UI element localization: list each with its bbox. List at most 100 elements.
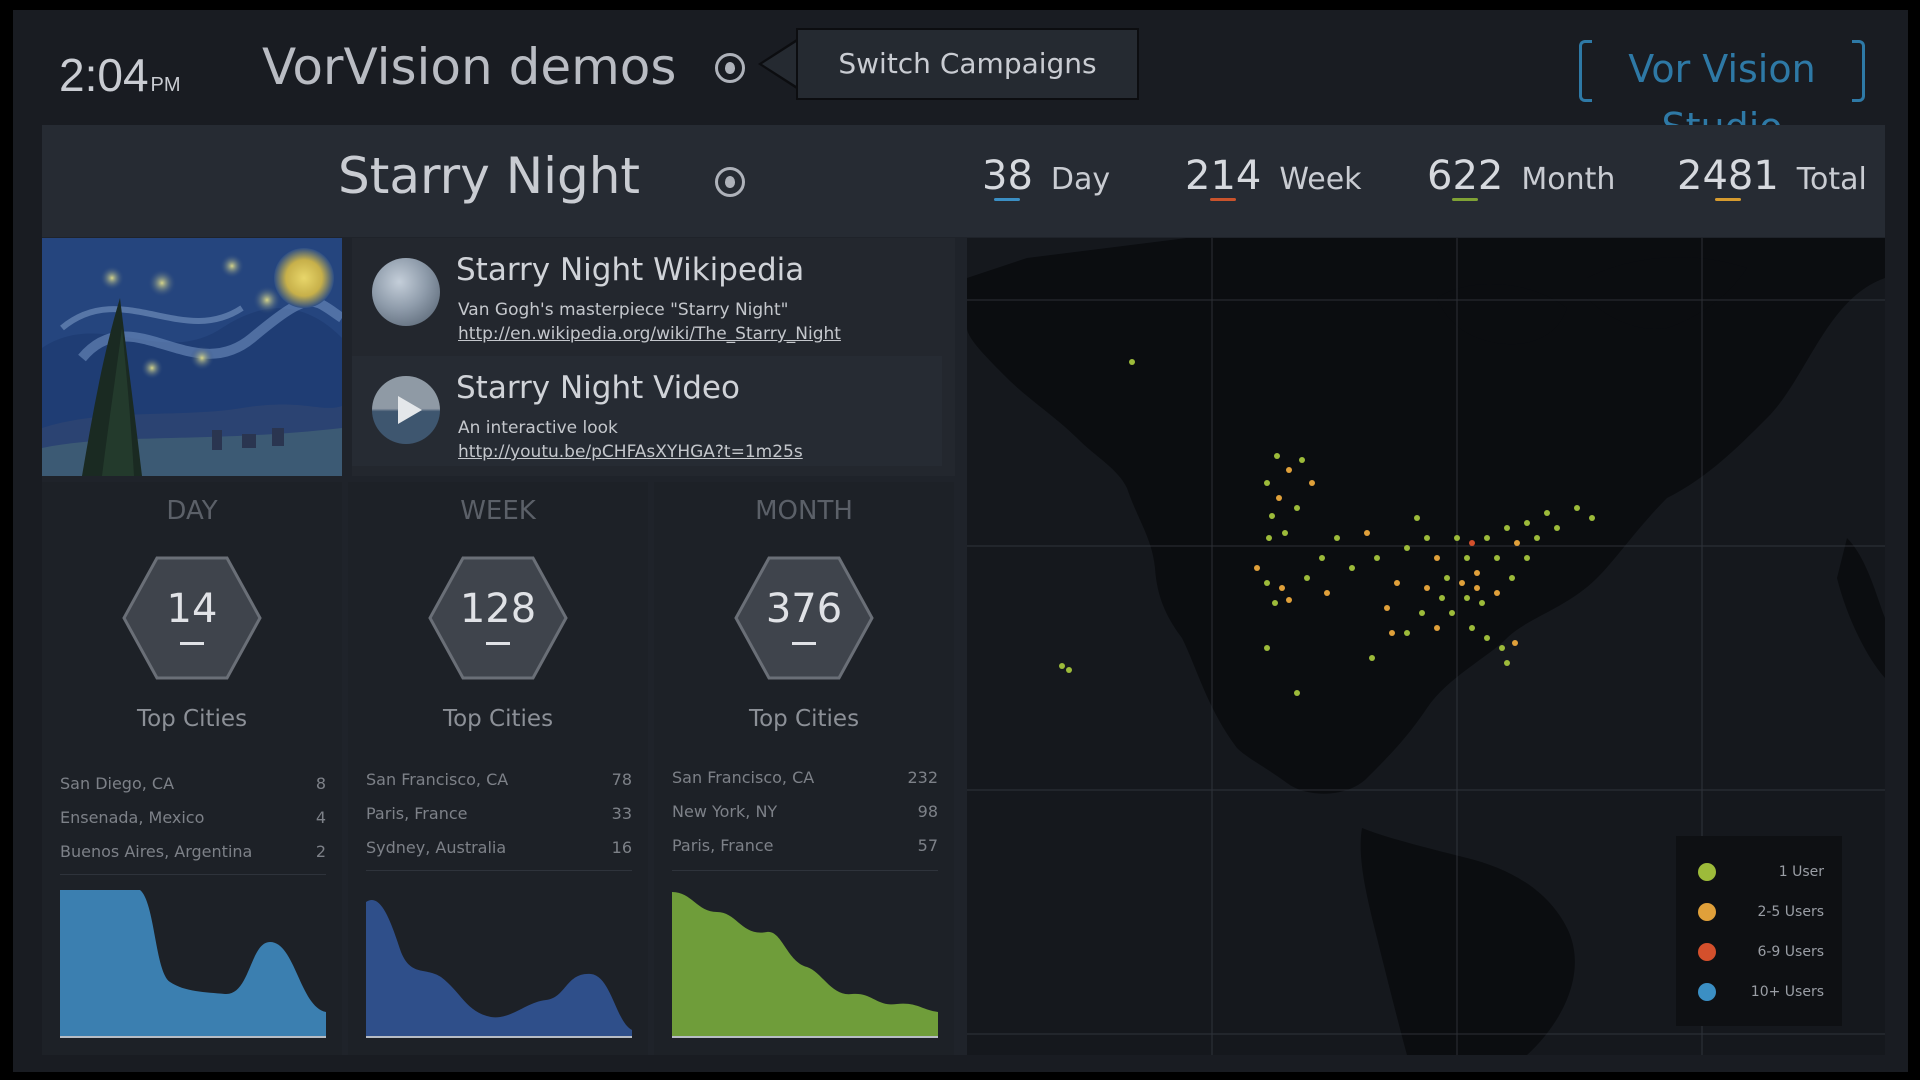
link-url[interactable]: http://en.wikipedia.org/wiki/The_Starry_… bbox=[458, 324, 841, 344]
link-description: An interactive look bbox=[458, 418, 618, 438]
legend-label: 6-9 Users bbox=[1757, 944, 1824, 960]
count-underline bbox=[792, 642, 816, 645]
top-cities-label: Top Cities bbox=[136, 706, 248, 732]
stat-total-label: Total bbox=[1796, 162, 1867, 197]
city-name: Ensenada, Mexico bbox=[60, 808, 205, 827]
city-row: Paris, France 57 bbox=[672, 830, 938, 860]
city-name: Sydney, Australia bbox=[366, 838, 507, 857]
legend-label: 10+ Users bbox=[1750, 984, 1824, 1000]
panel-day: DAY 14 Top Cities San Diego, CA 8 Ensenad… bbox=[42, 482, 342, 1055]
city-row: Sydney, Australia 16 bbox=[366, 832, 632, 862]
legend-dot bbox=[1698, 983, 1716, 1001]
stat-total: 2481 Total bbox=[1677, 153, 1867, 213]
panel-count: 376 bbox=[765, 586, 843, 632]
link-title: Starry Night Wikipedia bbox=[456, 252, 805, 288]
legend-label: 1 User bbox=[1778, 864, 1824, 880]
count-underline bbox=[486, 642, 510, 645]
stat-month: 622 Month bbox=[1427, 153, 1615, 213]
count-hexagon: 128 bbox=[428, 556, 568, 680]
city-count: 33 bbox=[611, 804, 632, 823]
city-name: Paris, France bbox=[366, 804, 468, 823]
link-description: Van Gogh's masterpiece "Starry Night" bbox=[458, 300, 789, 320]
campaign-options-icon[interactable] bbox=[715, 167, 745, 197]
month-activity-chart bbox=[672, 882, 938, 1042]
divider bbox=[60, 874, 326, 875]
link-item-video[interactable]: Starry Night Video An interactive look h… bbox=[352, 356, 942, 466]
tooltip-arrow bbox=[758, 38, 798, 90]
link-title: Starry Night Video bbox=[456, 370, 740, 406]
city-row: New York, NY 98 bbox=[672, 796, 938, 826]
link-url[interactable]: http://youtu.be/pCHFAsXYHGA?t=1m25s bbox=[458, 442, 803, 462]
stat-week-label: Week bbox=[1279, 162, 1362, 197]
stat-month-label: Month bbox=[1521, 162, 1616, 197]
panel-week: WEEK 128 Top Cities San Francisco, CA 78 … bbox=[348, 482, 648, 1055]
dashboard-frame: 2:04 PM VorVision demos Switch Campaigns … bbox=[42, 10, 1885, 1055]
count-hexagon: 376 bbox=[734, 556, 874, 680]
campaign-menu-icon[interactable] bbox=[715, 53, 745, 83]
campaign-title: Starry Night bbox=[338, 147, 641, 205]
city-name: Paris, France bbox=[672, 836, 774, 855]
switch-campaigns-button[interactable]: Switch Campaigns bbox=[796, 28, 1139, 100]
stat-month-underline bbox=[1452, 198, 1479, 201]
clock-time: 2:04 bbox=[59, 49, 149, 101]
city-name: San Francisco, CA bbox=[672, 768, 815, 787]
legend-dot bbox=[1698, 943, 1716, 961]
stat-day-value: 38 bbox=[982, 153, 1033, 199]
city-count: 98 bbox=[917, 802, 938, 821]
top-cities-label: Top Cities bbox=[748, 706, 860, 732]
brand-logo: Vor Vision Studio bbox=[1579, 40, 1865, 149]
stats-panels: DAY 14 Top Cities San Diego, CA 8 Ensenad… bbox=[42, 482, 956, 1055]
city-row: Buenos Aires, Argentina 2 bbox=[60, 836, 326, 866]
panel-month: MONTH 376 Top Cities San Francisco, CA 23… bbox=[654, 482, 954, 1055]
city-row: San Francisco, CA 78 bbox=[366, 764, 632, 794]
campaign-image bbox=[42, 238, 342, 476]
app-window: 2:04 PM VorVision demos Switch Campaigns … bbox=[13, 10, 1908, 1072]
legend-item: 2-5 Users bbox=[1698, 900, 1834, 924]
week-activity-chart bbox=[366, 882, 632, 1042]
legend-dot bbox=[1698, 863, 1716, 881]
play-icon bbox=[372, 376, 440, 444]
divider bbox=[366, 870, 632, 871]
panel-title: MONTH bbox=[755, 496, 853, 526]
stat-month-value: 622 bbox=[1427, 153, 1504, 199]
top-cities-label: Top Cities bbox=[442, 706, 554, 732]
city-count: 8 bbox=[315, 774, 326, 793]
user-map[interactable]: 1 User 2-5 Users 6-9 Users 10+ Users bbox=[967, 238, 1885, 1055]
legend-item: 6-9 Users bbox=[1698, 940, 1834, 964]
city-count: 16 bbox=[611, 838, 632, 857]
globe-icon bbox=[372, 258, 440, 326]
panel-title: WEEK bbox=[460, 496, 536, 526]
city-row: Ensenada, Mexico 4 bbox=[60, 802, 326, 832]
city-count: 57 bbox=[917, 836, 938, 855]
city-row: San Francisco, CA 232 bbox=[672, 762, 938, 792]
legend-label: 2-5 Users bbox=[1757, 904, 1824, 920]
divider bbox=[672, 870, 938, 871]
city-name: New York, NY bbox=[672, 802, 778, 821]
panel-count: 14 bbox=[166, 586, 218, 632]
city-row: Paris, France 33 bbox=[366, 798, 632, 828]
legend-dot bbox=[1698, 903, 1716, 921]
stat-day: 38 Day bbox=[982, 153, 1110, 213]
campaign-links: Starry Night Wikipedia Van Gogh's master… bbox=[352, 238, 1265, 476]
stat-week-value: 214 bbox=[1185, 153, 1262, 199]
count-hexagon: 14 bbox=[122, 556, 262, 680]
city-count: 78 bbox=[611, 770, 632, 789]
legend-item: 1 User bbox=[1698, 860, 1834, 884]
clock-ampm: PM bbox=[150, 74, 181, 96]
city-count: 2 bbox=[315, 842, 326, 861]
clock: 2:04 PM bbox=[59, 48, 181, 102]
stat-total-underline bbox=[1714, 198, 1741, 201]
city-count: 232 bbox=[907, 768, 938, 787]
left-column: Starry Night Wikipedia Van Gogh's master… bbox=[42, 238, 1265, 1055]
stat-total-value: 2481 bbox=[1677, 153, 1779, 199]
header-bar: 2:04 PM VorVision demos Switch Campaigns … bbox=[42, 10, 1885, 149]
stat-day-label: Day bbox=[1050, 162, 1111, 197]
count-underline bbox=[180, 642, 204, 645]
panel-count: 128 bbox=[459, 586, 537, 632]
map-legend: 1 User 2-5 Users 6-9 Users 10+ Users bbox=[1676, 836, 1842, 1026]
city-name: San Diego, CA bbox=[60, 774, 175, 793]
link-item-wikipedia[interactable]: Starry Night Wikipedia Van Gogh's master… bbox=[352, 238, 942, 348]
city-row: San Diego, CA 8 bbox=[60, 768, 326, 798]
day-activity-chart bbox=[60, 882, 326, 1042]
stat-week-underline bbox=[1210, 198, 1237, 201]
